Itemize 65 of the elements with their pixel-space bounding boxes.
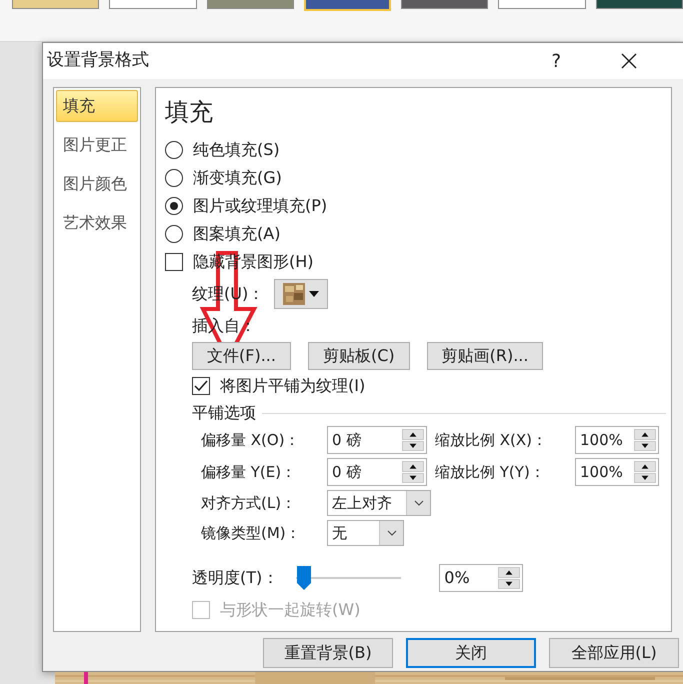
spin-up-icon[interactable] (402, 461, 424, 472)
help-button[interactable]: ? (551, 48, 561, 74)
dropdown-field[interactable]: 无 (327, 520, 404, 546)
radio-label: 图片或纹理填充(P) (193, 195, 328, 217)
checkbox[interactable] (192, 377, 210, 395)
insert-button[interactable]: 文件(F)... (192, 342, 291, 370)
chevron-icon (386, 530, 396, 536)
spin-up-icon[interactable] (498, 567, 520, 578)
spin-up-icon[interactable] (634, 429, 656, 440)
spin-field[interactable]: 0 磅 (327, 458, 427, 486)
texture-dropdown[interactable] (274, 279, 328, 309)
field-label: 镜像类型(M)： (201, 522, 302, 544)
spin-down-icon[interactable] (498, 578, 520, 589)
field-label: 对齐方式(L)： (201, 492, 298, 514)
slider-thumb[interactable] (296, 566, 312, 590)
sidebar-item[interactable]: 图片颜色 (56, 168, 138, 200)
dialog-button[interactable]: 重置背景(B) (263, 638, 393, 668)
checkbox[interactable] (165, 253, 183, 271)
field-label: 缩放比例 X(X)： (435, 430, 548, 451)
spin-down-icon[interactable] (634, 472, 656, 483)
slider-track[interactable] (296, 566, 402, 590)
spin-down-icon[interactable] (402, 440, 424, 451)
theme-thumbnail[interactable] (498, 0, 586, 9)
sidebar-item[interactable]: 填充 (56, 90, 138, 122)
radio-label: 图案填充(A) (193, 223, 280, 245)
radio-button[interactable] (165, 197, 183, 215)
theme-thumbnail[interactable] (109, 0, 197, 9)
dialog-button[interactable]: 全部应用(L) (549, 638, 679, 668)
dialog-button[interactable]: 关闭 (406, 638, 536, 668)
section-title: 平铺选项 (192, 402, 256, 424)
theme-thumbnail[interactable] (304, 0, 392, 11)
checkbox-label: 将图片平铺为纹理(I) (220, 375, 366, 397)
radio-button[interactable] (165, 225, 183, 243)
theme-thumbnail[interactable] (401, 0, 488, 9)
spin-field[interactable]: 0% (439, 564, 524, 592)
sidebar-item[interactable]: 图片更正 (56, 129, 138, 161)
transparency-label: 透明度(T)： (192, 567, 278, 589)
spin-up-icon[interactable] (402, 429, 424, 440)
insert-button[interactable]: 剪贴画(R)... (426, 342, 544, 370)
checkbox-label: 与形状一起旋转(W) (220, 599, 360, 621)
dropdown-field[interactable]: 左上对齐 (327, 490, 431, 516)
theme-thumbnail[interactable] (206, 0, 294, 9)
radio-label: 渐变填充(G) (193, 167, 282, 189)
spin-down-icon[interactable] (634, 440, 656, 451)
spin-field[interactable]: 100% (575, 458, 659, 486)
close-icon[interactable] (621, 53, 637, 69)
insert-button[interactable]: 剪贴板(C) (308, 342, 410, 370)
theme-thumbnail[interactable] (12, 0, 100, 9)
spin-field[interactable]: 0 磅 (327, 426, 427, 454)
radio-button[interactable] (165, 169, 183, 187)
radio-label: 纯色填充(S) (193, 139, 280, 161)
field-label: 偏移量 Y(E)： (201, 462, 298, 483)
field-label: 缩放比例 Y(Y)： (435, 462, 546, 483)
sidebar-item[interactable]: 艺术效果 (56, 207, 138, 239)
field-label: 偏移量 X(O)： (201, 430, 301, 451)
spin-up-icon[interactable] (634, 461, 656, 472)
radio-button[interactable] (165, 141, 183, 159)
texture-swatch-icon (283, 283, 306, 305)
chevron-icon (414, 500, 424, 506)
theme-thumbnail[interactable] (596, 0, 683, 9)
spin-down-icon[interactable] (402, 472, 424, 483)
caret-icon (309, 291, 320, 297)
spin-field[interactable]: 100% (575, 426, 659, 454)
panel-heading: 填充 (165, 97, 214, 128)
window-title: 设置背景格式 (47, 49, 149, 72)
